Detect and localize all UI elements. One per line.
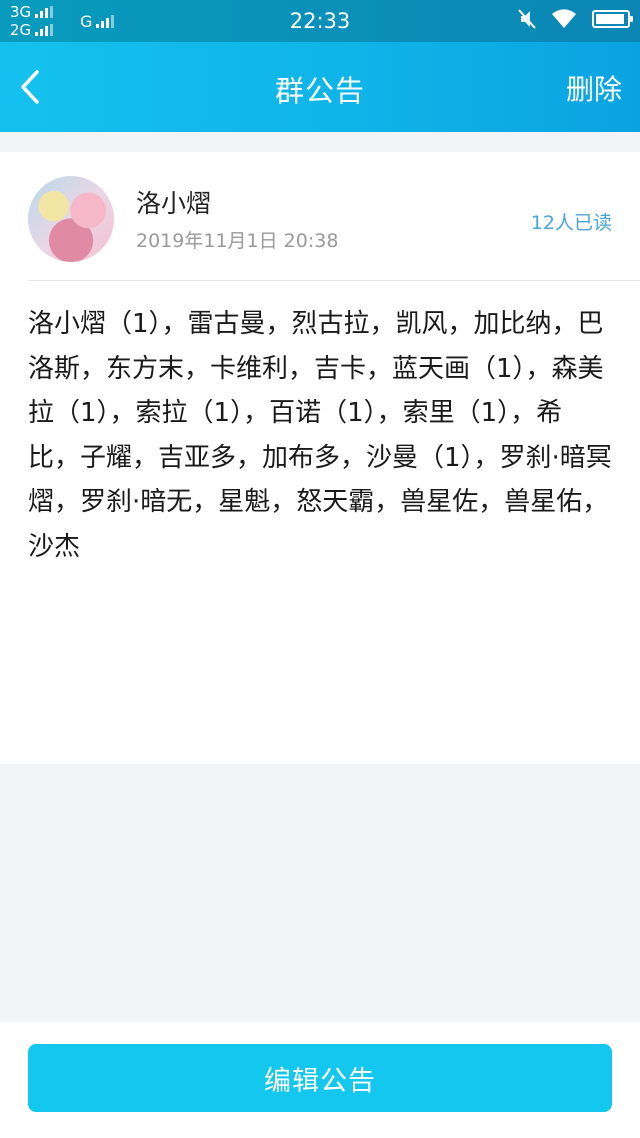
edit-announcement-button[interactable]: 编辑公告 xyxy=(28,1044,612,1112)
announcement-card: 洛小熠 2019年11月1日 20:38 12人已读 洛小熠（1），雷古曼，烈古… xyxy=(0,152,640,764)
status-icons xyxy=(518,8,633,30)
wifi-icon xyxy=(552,9,576,28)
bottom-bar: 编辑公告 xyxy=(0,1022,640,1138)
nav-bar: 群公告 删除 xyxy=(0,42,640,132)
mute-icon xyxy=(518,9,536,29)
avatar[interactable] xyxy=(28,176,114,262)
status-bar: 3G 2G G 22:33 xyxy=(0,0,640,42)
page-title: 群公告 xyxy=(274,74,365,108)
battery-icon xyxy=(592,10,633,28)
post-date: 2019年11月1日 20:38 xyxy=(136,230,339,252)
announcement-content: 洛小熠（1），雷古曼，烈古拉，凯风，加比纳，巴洛斯，东方末，卡维利，吉卡，蓝天画… xyxy=(28,309,612,562)
read-count-link[interactable]: 12人已读 xyxy=(531,208,612,235)
author-name: 洛小熠 xyxy=(136,189,212,218)
divider xyxy=(28,280,640,281)
delete-button[interactable]: 删除 xyxy=(566,68,622,108)
